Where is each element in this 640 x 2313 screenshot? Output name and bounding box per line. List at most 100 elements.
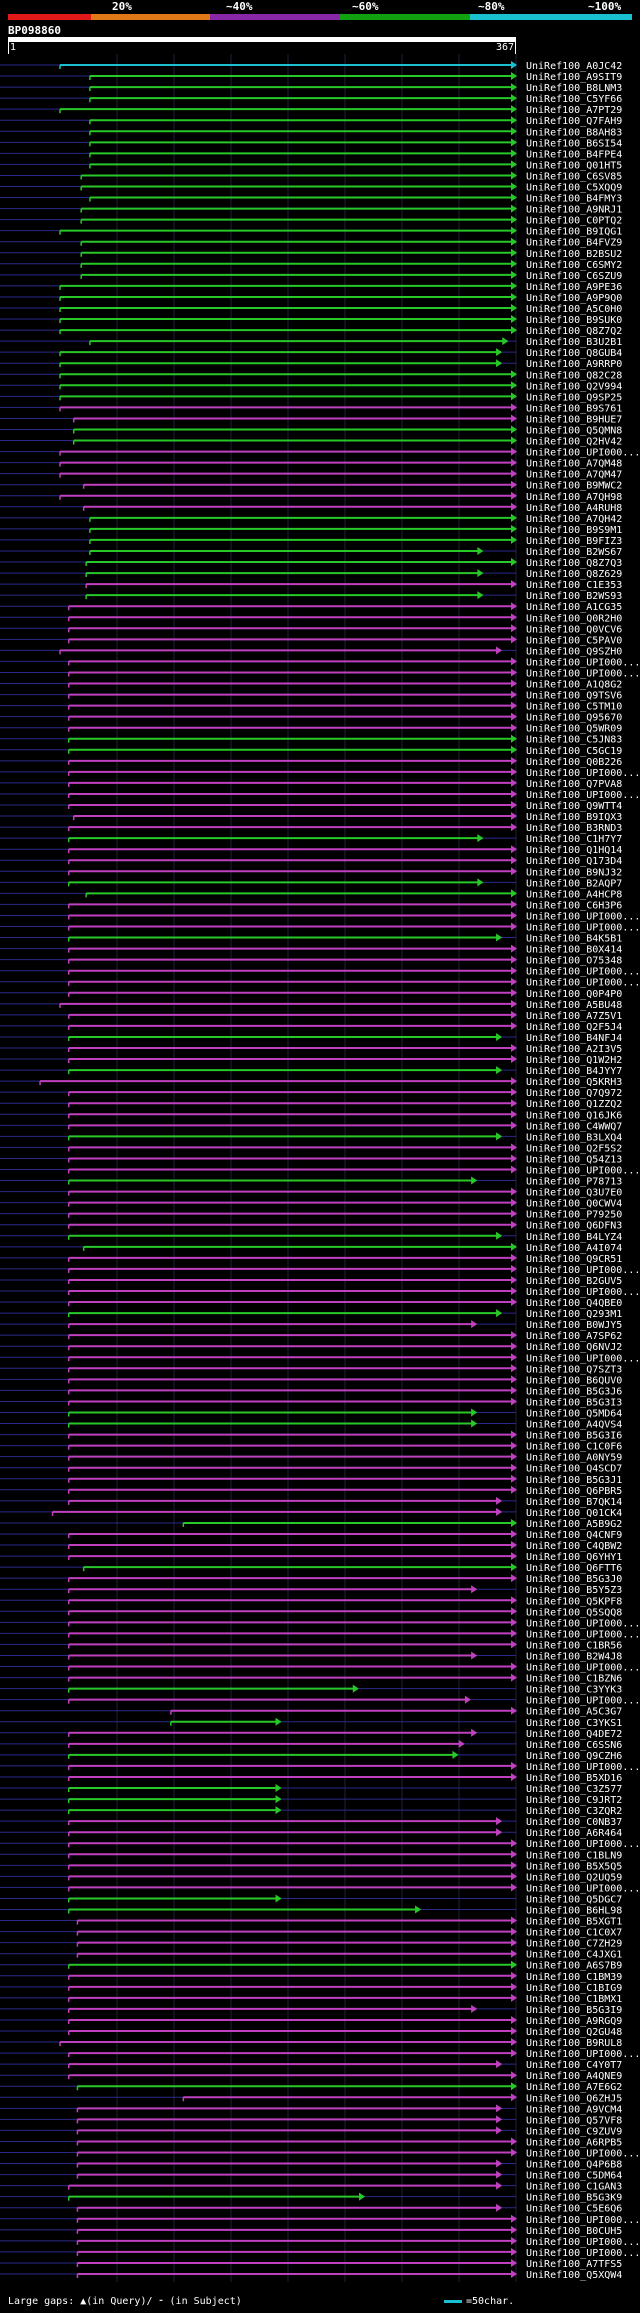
hit-label: UniRef100_B6HL98	[526, 1906, 622, 1917]
hit-label: UniRef100_C5YF66	[526, 94, 622, 105]
hit-arrowhead	[496, 2181, 503, 2190]
hit-label: UniRef100_C5JN83	[526, 735, 622, 746]
hit-label: UniRef100_Q7SZT3	[526, 1364, 622, 1375]
hit-label: UniRef100_UPI000...	[526, 1265, 640, 1276]
hit-label: UniRef100_A7QM47	[526, 470, 622, 481]
hit-label: UniRef100_Q2HV42	[526, 437, 622, 448]
hit-label: UniRef100_B5G3K9	[526, 2193, 622, 2204]
hit-label: UniRef100_UPI000...	[526, 1629, 640, 1640]
hit-label: UniRef100_Q57VF8	[526, 2115, 622, 2126]
hit-label: UniRef100_B2WS93	[526, 591, 622, 602]
hit-label: UniRef100_A7QH42	[526, 514, 622, 525]
hit-label: UniRef100_UPI000...	[526, 1883, 640, 1894]
hit-arrowhead	[471, 2004, 478, 2013]
hit-label: UniRef100_Q4SCD7	[526, 1464, 622, 1475]
hit-arrowhead	[496, 2104, 503, 2113]
hit-label: UniRef100_Q5WR09	[526, 724, 622, 735]
hit-label: UniRef100_Q5XQW4	[526, 2270, 622, 2281]
hit-label: UniRef100_Q6ZHJ5	[526, 2093, 622, 2104]
hit-arrowhead	[471, 1728, 478, 1737]
hit-label: UniRef100_Q6YHY1	[526, 1552, 622, 1563]
hit-label: UniRef100_B4FMY3	[526, 194, 622, 205]
hit-label: UniRef100_C6SSN6	[526, 1740, 622, 1751]
hit-label: UniRef100_UPI000...	[526, 978, 640, 989]
hit-label: UniRef100_A5C3G7	[526, 1707, 622, 1718]
hit-label: UniRef100_Q5SQQ8	[526, 1607, 622, 1618]
hit-label: UniRef100_B3RND3	[526, 823, 622, 834]
hit-arrowhead	[471, 1419, 478, 1428]
hit-label: UniRef100_UPI000...	[526, 2149, 640, 2160]
hit-arrowhead	[496, 1309, 503, 1318]
hit-label: UniRef100_Q8GUB4	[526, 348, 622, 359]
hit-arrowhead	[471, 1176, 478, 1185]
hit-label: UniRef100_Q9WTT4	[526, 801, 622, 812]
hit-label: UniRef100_B2W4J8	[526, 1651, 622, 1662]
hit-label: UniRef100_Q7FAH9	[526, 116, 622, 127]
hit-arrowhead	[471, 1408, 478, 1417]
hit-label: UniRef100_Q6FTT6	[526, 1563, 622, 1574]
hit-arrowhead	[496, 1032, 503, 1041]
hit-label: UniRef100_A4RUH8	[526, 503, 622, 514]
hit-label: UniRef100_B9S9M1	[526, 525, 622, 536]
scale-swatch	[444, 2300, 462, 2303]
hit-label: UniRef100_Q16JK6	[526, 1110, 622, 1121]
hit-label: UniRef100_Q4CNF9	[526, 1530, 622, 1541]
hit-label: UniRef100_B5X5Q5	[526, 1861, 622, 1872]
hit-label: UniRef100_A9VCM4	[526, 2104, 622, 2115]
hit-arrowhead	[458, 1739, 465, 1748]
hit-label: UniRef100_B9MWC2	[526, 481, 622, 492]
hit-arrowhead	[496, 2203, 503, 2212]
hit-label: UniRef100_UPI000...	[526, 1353, 640, 1364]
hit-label: UniRef100_Q5QMN8	[526, 425, 622, 436]
hit-label: UniRef100_C1BM39	[526, 1972, 622, 1983]
hit-label: UniRef100_UPI000...	[526, 1839, 640, 1850]
hit-label: UniRef100_B0X414	[526, 945, 622, 956]
hit-label: UniRef100_Q8Z7Q3	[526, 558, 622, 569]
hit-arrowhead	[452, 1750, 459, 1759]
hit-label: UniRef100_C4WWQ7	[526, 1121, 622, 1132]
hit-arrowhead	[496, 2170, 503, 2179]
hit-label: UniRef100_UPI000...	[526, 923, 640, 934]
hit-label: UniRef100_UPI000...	[526, 1696, 640, 1707]
hit-arrowhead	[275, 1784, 282, 1793]
hit-label: UniRef100_A1Q8G2	[526, 680, 622, 691]
hit-label: UniRef100_B4JYY7	[526, 1066, 622, 1077]
hit-label: UniRef100_UPI000...	[526, 790, 640, 801]
hit-arrowhead	[359, 2192, 365, 2201]
hit-arrowhead	[464, 1695, 471, 1704]
hit-label: UniRef100_Q1HQ14	[526, 845, 622, 856]
hit-label: UniRef100_C1BLN9	[526, 1850, 622, 1861]
hit-label: UniRef100_A0JC42	[526, 61, 622, 72]
scale-label: =50char.	[466, 2296, 515, 2307]
hit-label: UniRef100_Q3U7E0	[526, 1188, 622, 1199]
hit-arrowhead	[496, 2126, 503, 2135]
hit-label: UniRef100_C3ZQR2	[526, 1806, 622, 1817]
hit-label: UniRef100_B4FPE4	[526, 149, 622, 160]
hit-label: UniRef100_Q2F5J4	[526, 1022, 622, 1033]
hit-label: UniRef100_P78713	[526, 1177, 622, 1188]
hit-label: UniRef100_A5B9G2	[526, 1519, 622, 1530]
hit-label: UniRef100_Q2F5S2	[526, 1143, 622, 1154]
hit-label: UniRef100_UPI000...	[526, 967, 640, 978]
hit-label: UniRef100_C5GC19	[526, 746, 622, 757]
hit-arrowhead	[496, 348, 503, 357]
hit-arrowhead	[477, 834, 484, 843]
hit-label: UniRef100_Q01HT5	[526, 160, 622, 171]
hit-label: UniRef100_Q01CK4	[526, 1508, 622, 1519]
hit-label: UniRef100_Q54Z13	[526, 1154, 622, 1165]
hit-label: UniRef100_A9P9Q0	[526, 293, 622, 304]
hit-label: UniRef100_Q4QBE0	[526, 1298, 622, 1309]
hit-label: UniRef100_Q5MD64	[526, 1408, 622, 1419]
hit-label: UniRef100_Q173D4	[526, 856, 622, 867]
hit-arrowhead	[496, 1066, 503, 1075]
hit-label: UniRef100_UPI000...	[526, 1663, 640, 1674]
hit-label: UniRef100_A6RPB5	[526, 2137, 622, 2148]
hit-label: UniRef100_Q9CR51	[526, 1254, 622, 1265]
hit-label: UniRef100_Q0P4P0	[526, 989, 622, 1000]
hit-label: UniRef100_Q9CZH6	[526, 1751, 622, 1762]
hit-label: UniRef100_B0WJY5	[526, 1320, 622, 1331]
hit-label: UniRef100_C5XQQ9	[526, 182, 622, 193]
hit-label: UniRef100_C1C0X7	[526, 1928, 622, 1939]
hit-label: UniRef100_B5G3I3	[526, 1397, 622, 1408]
hit-label: UniRef100_C0NB37	[526, 1817, 622, 1828]
